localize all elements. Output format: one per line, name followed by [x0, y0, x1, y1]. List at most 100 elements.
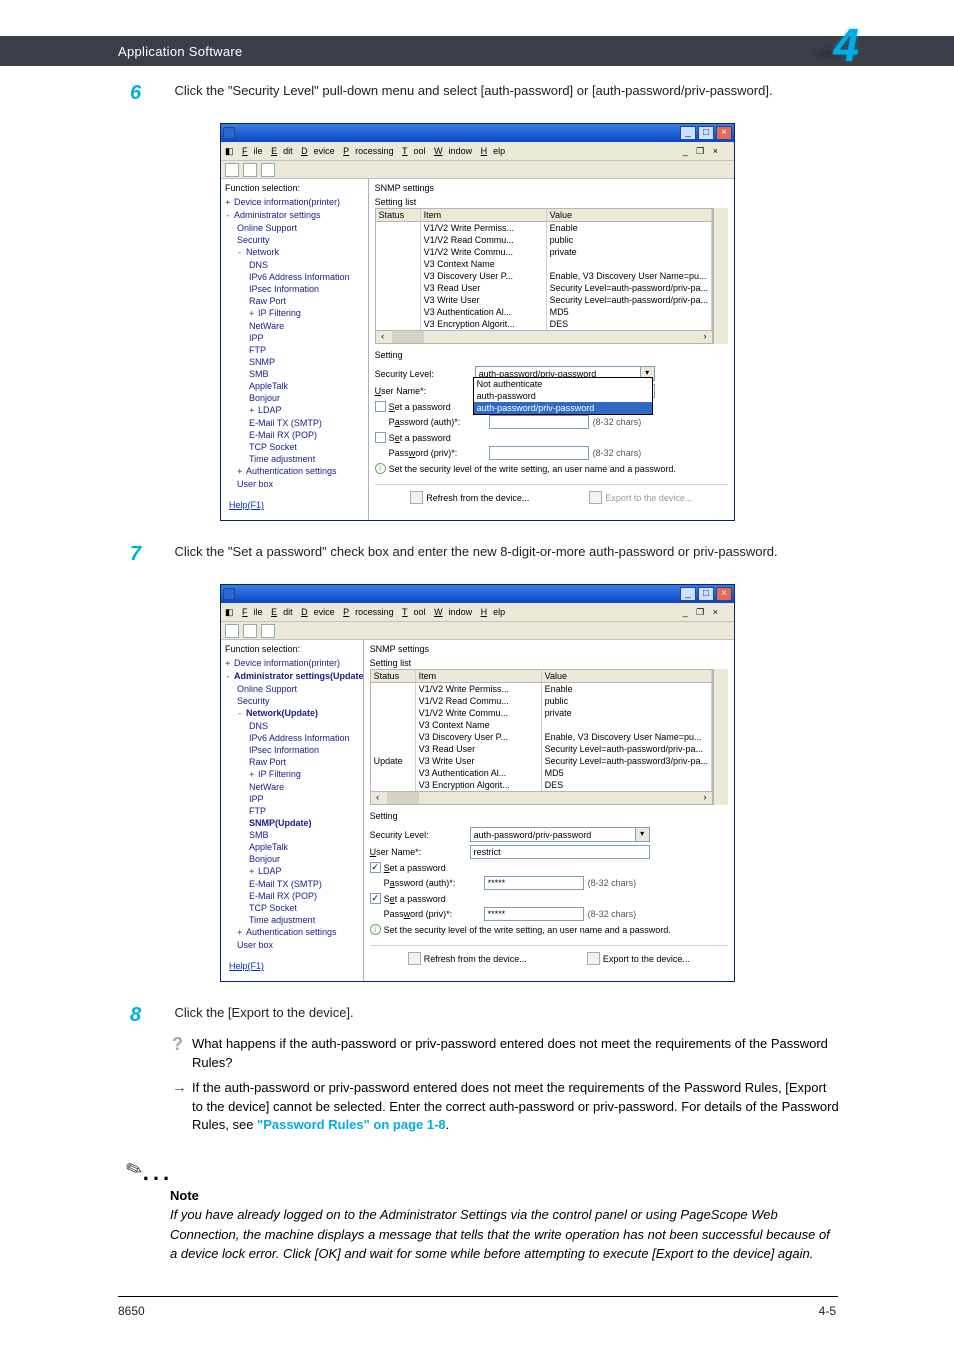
col-item[interactable]: Item — [421, 209, 547, 221]
table-row[interactable]: V3 Context Name — [376, 258, 712, 270]
step-8-answer: If the auth-password or priv-password en… — [192, 1079, 840, 1136]
dd-opt-noauth[interactable]: Not authenticate — [474, 378, 652, 390]
help-link-2[interactable]: Help(F1) — [225, 957, 268, 975]
table-row[interactable]: V1/V2 Read Commu...public — [371, 695, 712, 707]
app-menu-icon-2[interactable]: ◧ — [225, 607, 234, 617]
table-row[interactable]: V3 Discovery User P...Enable, V3 Discove… — [371, 731, 712, 743]
username-label: User Name*: — [375, 386, 475, 396]
dd-opt-auth[interactable]: auth-password — [474, 390, 652, 402]
table-row[interactable]: V1/V2 Read Commu...public — [376, 234, 712, 246]
arrow-right-icon: → — [172, 1079, 192, 1136]
toolbar-icon-3b[interactable] — [261, 624, 275, 638]
menu-tool[interactable]: Tool — [402, 146, 426, 156]
col-status[interactable]: Status — [376, 209, 421, 221]
menu-tool-2[interactable]: Tool — [402, 607, 426, 617]
set-password-checkbox-priv-2[interactable]: ✓ — [370, 893, 381, 904]
table-row[interactable]: V3 Authentication Al...MD5 — [376, 306, 712, 318]
toolbar-icon-2[interactable] — [243, 163, 257, 177]
table-row[interactable]: V1/V2 Write Commu...private — [376, 246, 712, 258]
table-row[interactable]: V3 Encryption Algorit...DES — [371, 779, 712, 791]
vscrollbar-2[interactable] — [713, 669, 728, 805]
col-item-2[interactable]: Item — [416, 670, 542, 682]
setting-label-2: Setting — [370, 811, 728, 821]
setting-label: Setting — [375, 350, 728, 360]
password-auth-input[interactable] — [489, 415, 589, 429]
set-password-checkbox-priv[interactable] — [375, 432, 386, 443]
menu-window[interactable]: Window — [434, 146, 472, 156]
col-status-2[interactable]: Status — [371, 670, 416, 682]
toolbar-icon-1[interactable] — [225, 163, 239, 177]
menu-bar-2: ◧ File Edit Device Processing Tool Windo… — [221, 603, 734, 622]
menu-device[interactable]: Device — [301, 146, 335, 156]
table-row[interactable]: V3 Encryption Algorit...DES — [376, 318, 712, 330]
nav-tree[interactable]: +Device information(printer) -Administra… — [225, 196, 364, 490]
step-8-text: Click the [Export to the device]. — [174, 1004, 834, 1023]
username-label-2: User Name*: — [370, 847, 470, 857]
chevron-down-icon-2[interactable]: ▾ — [635, 828, 649, 841]
password-priv-input-2[interactable]: ***** — [484, 907, 584, 921]
table-row[interactable]: V3 Read UserSecurity Level=auth-password… — [371, 743, 712, 755]
set-password-checkbox-auth[interactable] — [375, 401, 386, 412]
refresh-button-2[interactable]: Refresh from the device... — [408, 952, 527, 965]
security-level-dropdown[interactable]: Not authenticate auth-password auth-pass… — [473, 377, 653, 415]
menu-help[interactable]: Help — [481, 146, 506, 156]
table-row[interactable]: V3 Read UserSecurity Level=auth-password… — [376, 282, 712, 294]
titlebar-2: _ □ × — [221, 585, 734, 603]
set-password-checkbox-auth-2[interactable]: ✓ — [370, 862, 381, 873]
table-row[interactable]: V1/V2 Write Permiss...Enable — [376, 222, 712, 234]
toolbar-icon-2b[interactable] — [243, 624, 257, 638]
maximize-button-2[interactable]: □ — [698, 587, 714, 601]
table-row[interactable]: V3 Authentication Al...MD5 — [371, 767, 712, 779]
table-row[interactable]: V3 Discovery User P...Enable, V3 Discove… — [376, 270, 712, 282]
security-level-select-2[interactable]: auth-password/priv-password▾ — [470, 827, 650, 842]
app-icon — [223, 127, 235, 139]
close-button-2[interactable]: × — [716, 587, 732, 601]
maximize-button[interactable]: □ — [698, 126, 714, 140]
mdi-close-2[interactable]: × — [713, 607, 718, 617]
minimize-button[interactable]: _ — [680, 126, 696, 140]
table-row[interactable]: UpdateV3 Write UserSecurity Level=auth-p… — [371, 755, 712, 767]
table-row[interactable]: V1/V2 Write Permiss...Enable — [371, 683, 712, 695]
dd-opt-authpriv[interactable]: auth-password/priv-password — [474, 402, 652, 414]
menu-edit-2[interactable]: Edit — [271, 607, 293, 617]
step-6-text: Click the "Security Level" pull-down men… — [174, 82, 834, 101]
mdi-close[interactable]: × — [713, 146, 718, 156]
menu-help-2[interactable]: Help — [481, 607, 506, 617]
close-button[interactable]: × — [716, 126, 732, 140]
menu-device-2[interactable]: Device — [301, 607, 335, 617]
password-priv-input[interactable] — [489, 446, 589, 460]
menu-edit[interactable]: Edit — [271, 146, 293, 156]
password-auth-input-2[interactable]: ***** — [484, 876, 584, 890]
nav-tree-2[interactable]: +Device information(printer) -Administra… — [225, 657, 359, 951]
col-value[interactable]: Value — [547, 209, 712, 221]
table-row[interactable]: V3 Context Name — [371, 719, 712, 731]
step-7-number: 7 — [130, 543, 170, 566]
refresh-button[interactable]: Refresh from the device... — [410, 491, 529, 504]
menu-window-2[interactable]: Window — [434, 607, 472, 617]
vscrollbar[interactable] — [713, 208, 728, 344]
menu-file[interactable]: File — [242, 146, 263, 156]
mdi-restore-2[interactable]: ❐ — [696, 607, 704, 617]
mdi-restore[interactable]: ❐ — [696, 146, 704, 156]
mdi-min-2[interactable]: _ — [683, 607, 688, 617]
help-link[interactable]: Help(F1) — [225, 496, 268, 514]
menu-file-2[interactable]: File — [242, 607, 263, 617]
export-icon-2 — [587, 952, 600, 965]
mdi-min[interactable]: _ — [683, 146, 688, 156]
panel-title: SNMP settings — [375, 183, 728, 193]
minimize-button-2[interactable]: _ — [680, 587, 696, 601]
function-selection-label-2: Function selection: — [225, 644, 359, 654]
app-menu-icon[interactable]: ◧ — [225, 146, 234, 156]
table-row[interactable]: V1/V2 Write Commu...private — [371, 707, 712, 719]
toolbar-icon-3[interactable] — [261, 163, 275, 177]
toolbar-icon-1b[interactable] — [225, 624, 239, 638]
password-rules-link[interactable]: "Password Rules" on page 1-8 — [257, 1117, 446, 1132]
export-button-2[interactable]: Export to the device... — [587, 952, 690, 965]
menu-processing-2[interactable]: Processing — [343, 607, 394, 617]
setting-list-label-2: Setting list — [370, 658, 728, 668]
menu-processing[interactable]: Processing — [343, 146, 394, 156]
table-row[interactable]: V3 Write UserSecurity Level=auth-passwor… — [376, 294, 712, 306]
col-value-2[interactable]: Value — [542, 670, 712, 682]
set-password-label-4: Set a password — [384, 894, 446, 904]
username-input-2[interactable]: restrict — [470, 845, 650, 859]
